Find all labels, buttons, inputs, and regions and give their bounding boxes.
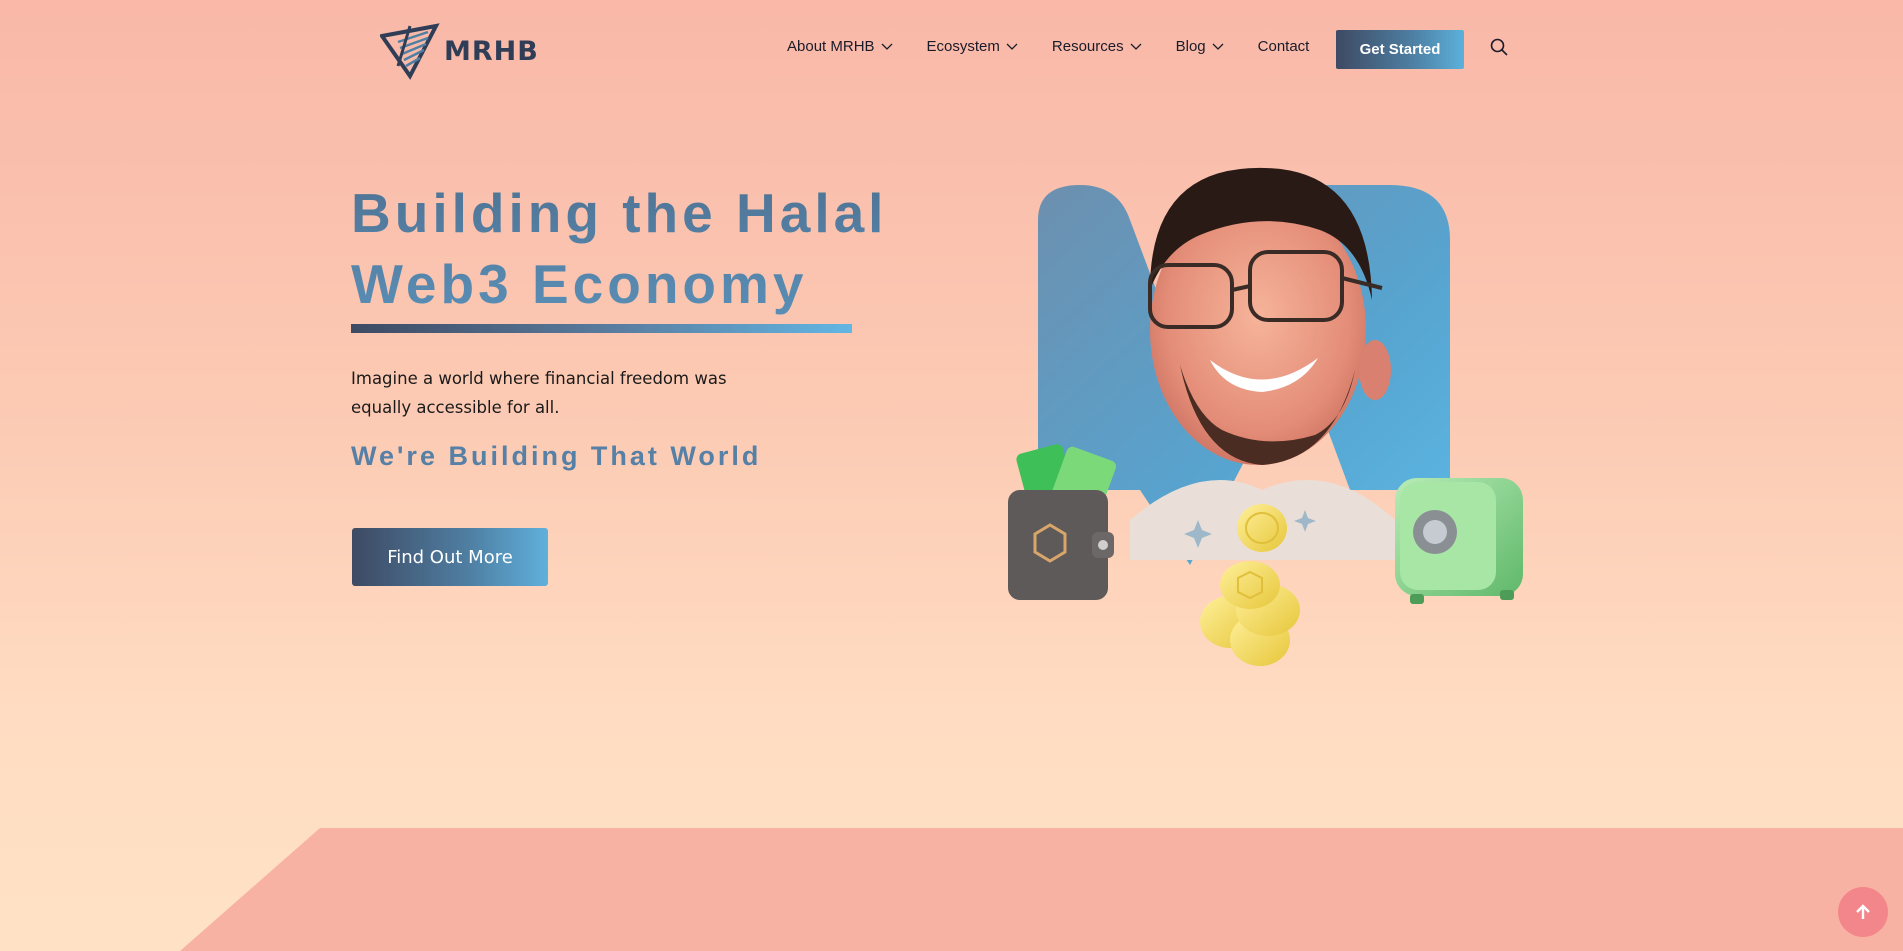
brand-name: MRHB xyxy=(444,35,539,67)
site-header: MRHB About MRHB Ecosystem Resources Blog… xyxy=(0,0,1903,100)
search-icon[interactable] xyxy=(1490,38,1508,56)
wallet xyxy=(1008,444,1117,600)
nav-item-resources[interactable]: Resources xyxy=(1052,38,1142,55)
chevron-down-icon xyxy=(1130,43,1142,50)
hero-intro-line-1: Imagine a world where financial freedom … xyxy=(351,369,727,388)
nav-item-blog[interactable]: Blog xyxy=(1176,38,1224,55)
arrow-up-icon xyxy=(1856,904,1870,919)
chevron-down-icon xyxy=(1006,43,1018,50)
back-to-top-button[interactable] xyxy=(1838,887,1888,937)
hero-intro-line-2: equally accessible for all. xyxy=(351,398,560,417)
hero-illustration xyxy=(1008,167,1523,666)
brand-logo[interactable]: MRHB xyxy=(380,22,539,80)
nav-item-label: Ecosystem xyxy=(926,38,1000,55)
hero-tagline: We're Building That World xyxy=(351,441,762,471)
nav-item-label: About MRHB xyxy=(787,38,875,55)
safe xyxy=(1395,478,1523,604)
main-nav: About MRHB Ecosystem Resources Blog Cont… xyxy=(787,38,1343,55)
nav-item-label: Resources xyxy=(1051,38,1124,55)
nav-item-label: Blog xyxy=(1175,38,1206,55)
ear xyxy=(1359,340,1391,400)
nav-item-ecosystem[interactable]: Ecosystem xyxy=(927,38,1018,55)
chevron-down-icon xyxy=(1212,43,1224,50)
hero-title: Building the Halal Web3 Economy xyxy=(351,178,911,320)
nav-item-label: Contact xyxy=(1257,38,1310,55)
find-out-more-button[interactable]: Find Out More xyxy=(352,528,548,586)
section-divider-band xyxy=(180,828,1903,951)
hero-title-line-1: Building the Halal xyxy=(351,182,888,244)
chevron-down-icon xyxy=(881,43,893,50)
hero-title-line-2: Web3 Economy xyxy=(351,253,808,315)
title-underline xyxy=(351,324,852,333)
hero-intro: Imagine a world where financial freedom … xyxy=(351,364,751,422)
get-started-button[interactable]: Get Started xyxy=(1336,30,1464,69)
mrhb-triangle-logo-icon xyxy=(380,23,440,80)
nav-item-contact[interactable]: Contact xyxy=(1258,38,1310,55)
nav-item-about[interactable]: About MRHB xyxy=(787,38,893,55)
